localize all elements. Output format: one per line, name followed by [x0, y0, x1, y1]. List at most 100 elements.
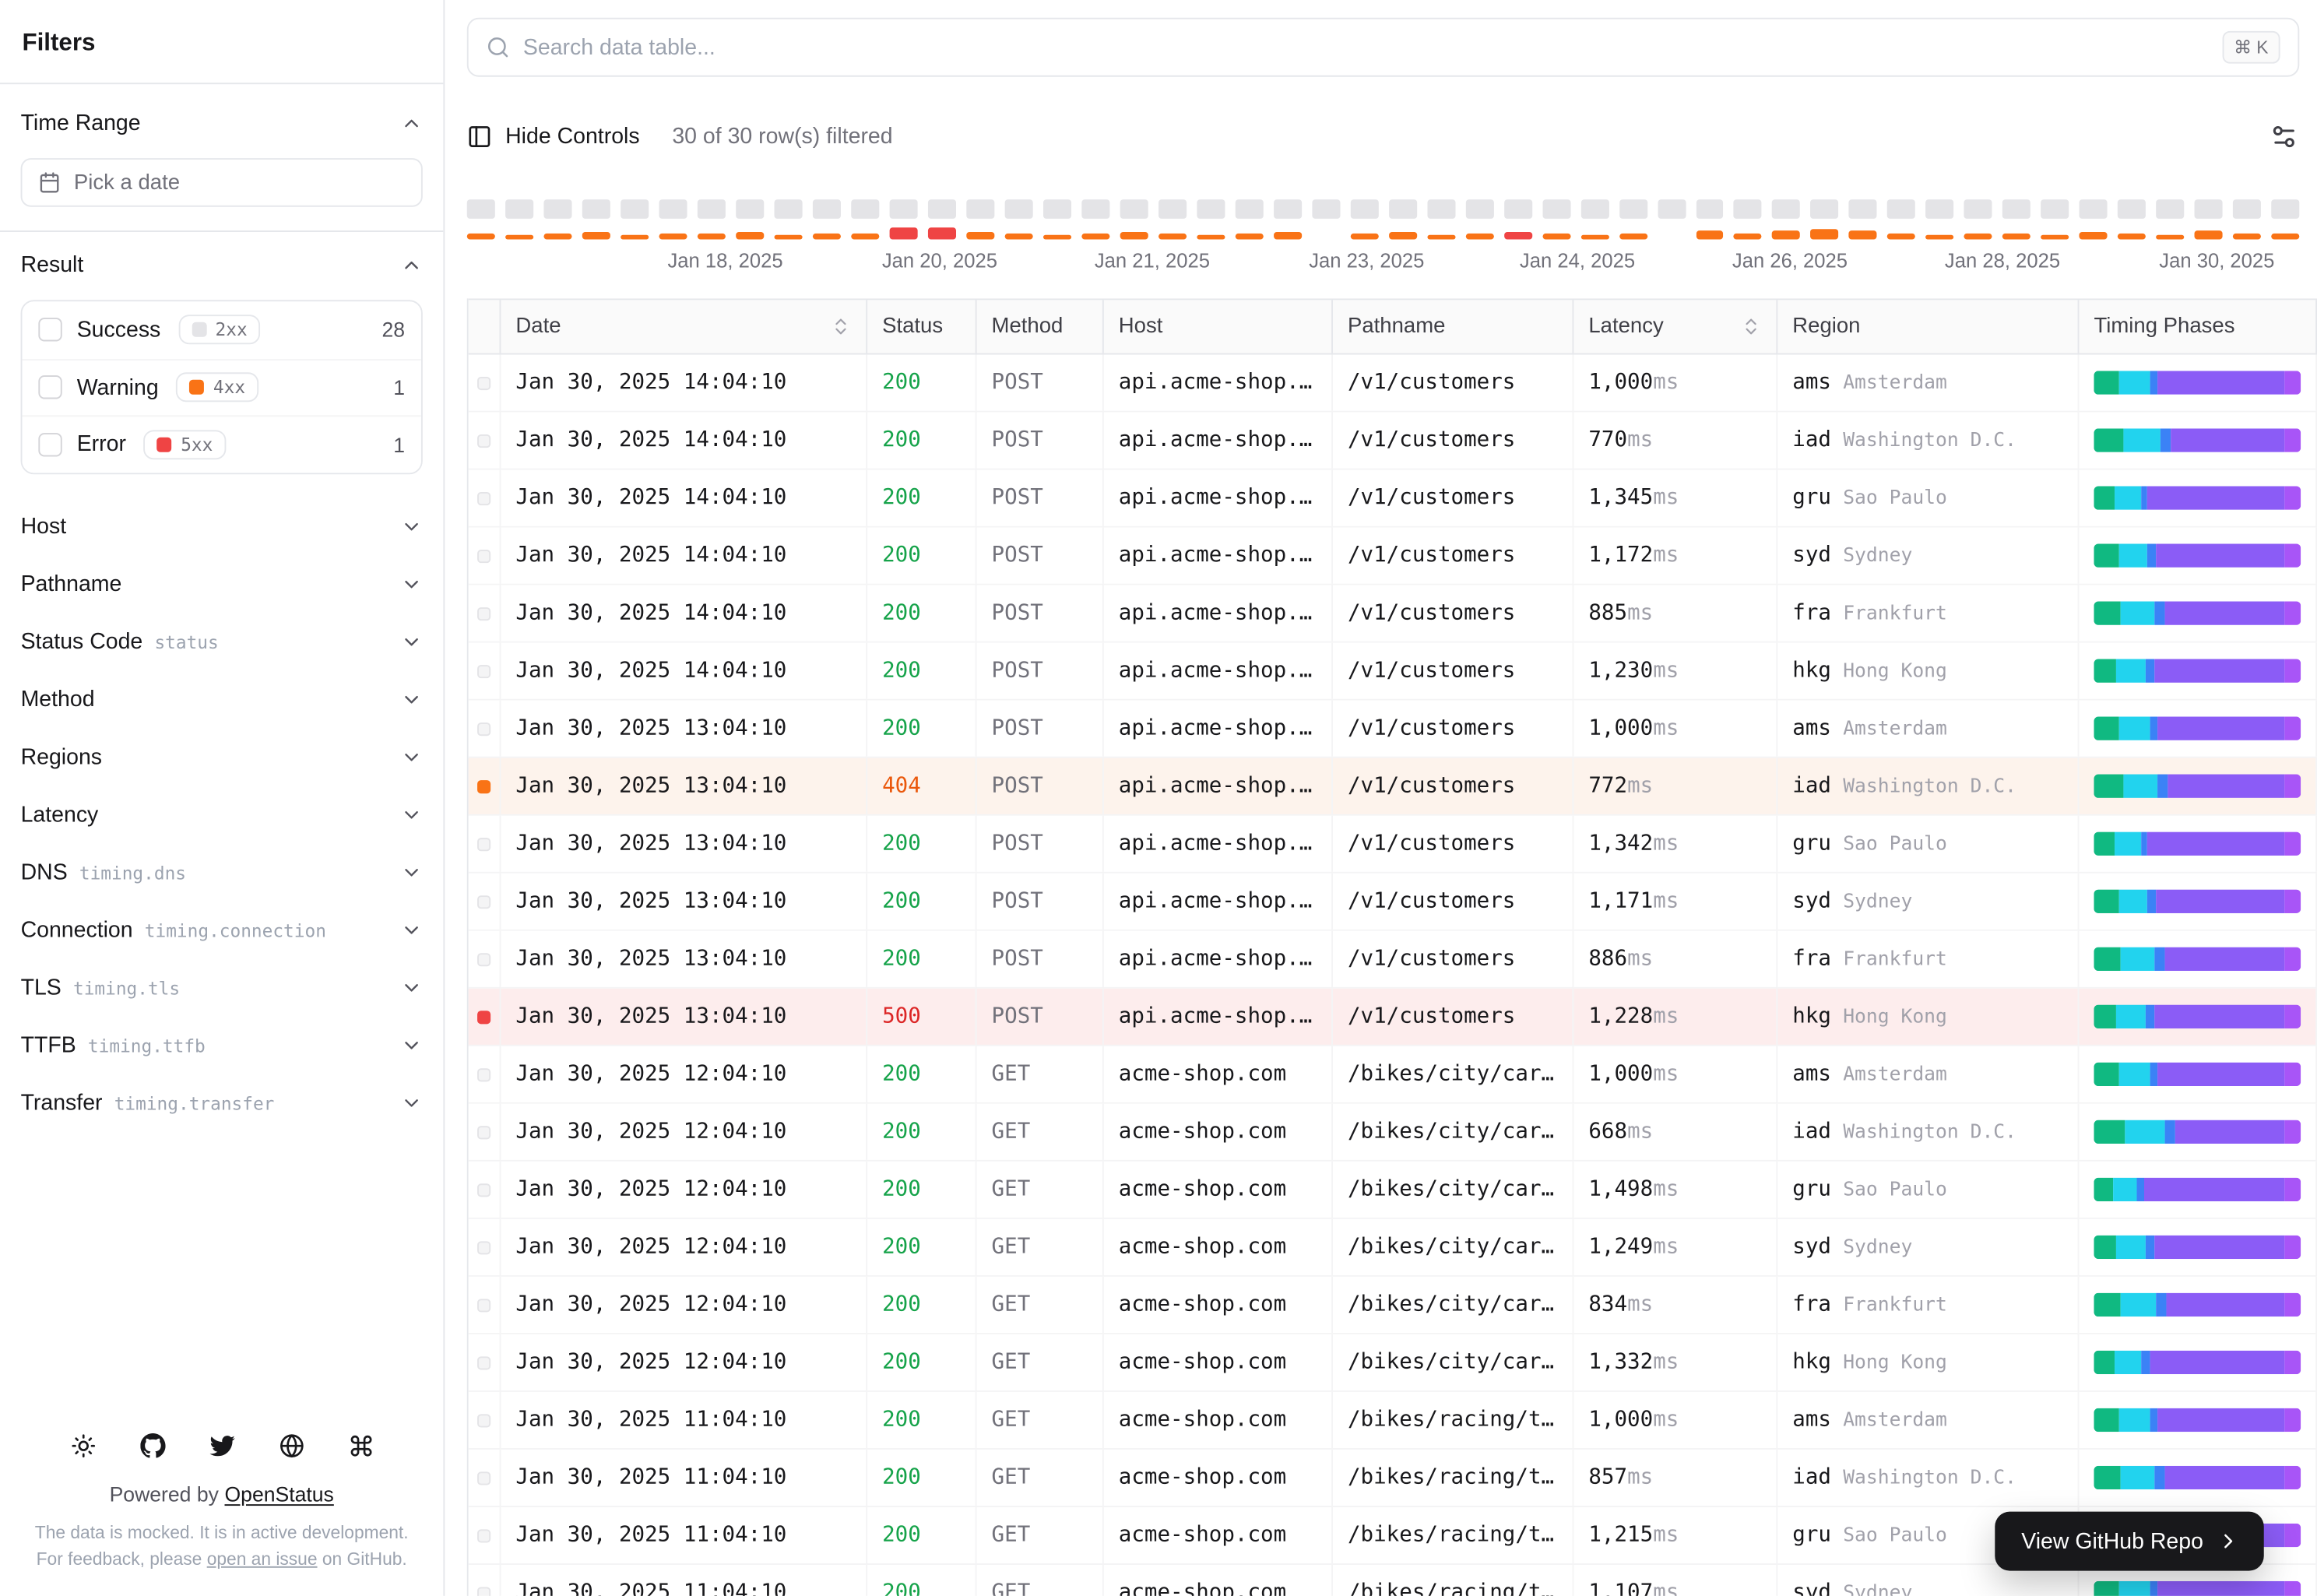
view-github-repo-button[interactable]: View GitHub Repo [1995, 1511, 2264, 1571]
search-input[interactable] [522, 34, 2209, 60]
table-row[interactable]: Jan 30, 2025 11:04:10 200 GET acme-shop.… [468, 1391, 2317, 1450]
table-row[interactable]: Jan 30, 2025 14:04:10 200 POST api.acme-… [468, 585, 2317, 643]
view-options-button[interactable] [2270, 121, 2299, 151]
date-picker-button[interactable]: Pick a date [20, 158, 423, 207]
cell-latency: 1,215 ms [1573, 1506, 1778, 1564]
region-code: gru [1792, 1177, 1832, 1202]
cell-region: fra Frankfurt [1777, 1276, 2080, 1333]
open-issue-link[interactable]: open an issue [207, 1548, 318, 1569]
openstatus-link[interactable]: OpenStatus [224, 1482, 333, 1506]
timeline-bar-accent [2002, 233, 2031, 240]
timeline-bar-accent [1004, 233, 1033, 240]
column-header-latency[interactable]: Latency [1573, 300, 1778, 353]
chevron-up-icon [405, 118, 418, 127]
cell-region: gru Sao Paulo [1777, 1161, 2080, 1218]
cell-pathname: /bikes/racing/t… [1333, 1449, 1574, 1506]
timeline-chart[interactable]: Jan 18, 2025 Jan 20, 2025 Jan 21, 2025 Jan … [466, 199, 2300, 278]
cell-level [469, 1334, 501, 1391]
filter-section-host[interactable]: Host [21, 497, 423, 555]
filter-section-ttfb[interactable]: TTFB timing.ttfb [21, 1016, 423, 1074]
cell-timing [2079, 527, 2317, 584]
github-icon[interactable] [139, 1433, 165, 1458]
level-indicator [477, 1413, 491, 1427]
checkbox-error[interactable] [38, 432, 62, 457]
latency-unit: ms [1627, 601, 1654, 625]
checkbox-success[interactable] [38, 318, 62, 342]
filter-section-regions[interactable]: Regions [21, 728, 423, 786]
column-header-date[interactable]: Date [501, 300, 868, 353]
timeline-bar-success [1887, 199, 1916, 219]
table-row[interactable]: Jan 30, 2025 12:04:10 200 GET acme-shop.… [468, 1161, 2317, 1219]
timing-segment-ttfb [2154, 659, 2284, 683]
table-row[interactable]: Jan 30, 2025 13:04:10 200 POST api.acme-… [468, 873, 2317, 931]
filter-section-transfer[interactable]: Transfer timing.transfer [21, 1074, 423, 1131]
table-row[interactable]: Jan 30, 2025 13:04:10 404 POST api.acme-… [468, 758, 2317, 816]
filter-section-latency[interactable]: Latency [21, 786, 423, 843]
table-row[interactable]: Jan 30, 2025 12:04:10 200 GET acme-shop.… [468, 1218, 2317, 1277]
latency-unit: ms [1653, 1004, 1679, 1029]
filter-section-label: Pathname [20, 571, 122, 596]
filter-section-result[interactable]: Result [21, 232, 423, 297]
cell-host: acme-shop.com [1104, 1046, 1333, 1102]
search-bar[interactable]: ⌘ K [466, 17, 2300, 77]
cell-status: 200 [867, 1449, 977, 1506]
timeline-bar [1580, 199, 1609, 240]
cell-level [469, 642, 501, 699]
timing-phases-bar [2094, 831, 2301, 856]
filter-section-tls[interactable]: TLS timing.tls [21, 958, 423, 1016]
filter-section-status-code[interactable]: Status Code status [21, 613, 423, 670]
timeline-date-label: Jan 21, 2025 [1094, 249, 1211, 272]
timeline-bar-success [2271, 199, 2300, 219]
column-header-status: Status [867, 300, 977, 353]
timeline-bar [2233, 199, 2262, 240]
timeline-bar [1042, 199, 1071, 240]
filter-option-error[interactable]: Error 5xx 1 [22, 415, 421, 473]
timing-phases-bar [2094, 774, 2301, 798]
timing-segment-dns [2094, 1408, 2119, 1433]
region-name: Sydney [1843, 890, 1913, 913]
timing-segment-transfer [2284, 1408, 2301, 1433]
table-row[interactable]: Jan 30, 2025 13:04:10 200 POST api.acme-… [468, 700, 2317, 758]
table-row[interactable]: Jan 30, 2025 13:04:10 500 POST api.acme-… [468, 988, 2317, 1046]
table-row[interactable]: Jan 30, 2025 12:04:10 200 GET acme-shop.… [468, 1103, 2317, 1162]
table-row[interactable]: Jan 30, 2025 12:04:10 200 GET acme-shop.… [468, 1276, 2317, 1334]
filter-section-time-range[interactable]: Time Range [21, 90, 423, 156]
filter-section-dns[interactable]: DNS timing.dns [21, 843, 423, 901]
filter-option-success[interactable]: Success 2xx 28 [22, 301, 421, 359]
column-header-label: Method [991, 315, 1064, 339]
cell-method: POST [977, 527, 1104, 584]
table-row[interactable]: Jan 30, 2025 13:04:10 200 POST api.acme-… [468, 930, 2317, 989]
cell-host: api.acme-shop.… [1104, 354, 1333, 411]
table-row[interactable]: Jan 30, 2025 12:04:10 200 GET acme-shop.… [468, 1046, 2317, 1104]
level-indicator [477, 606, 491, 620]
globe-icon[interactable] [279, 1433, 304, 1458]
table-row[interactable]: Jan 30, 2025 14:04:10 200 POST api.acme-… [468, 527, 2317, 585]
command-icon[interactable] [348, 1433, 373, 1458]
level-indicator [477, 837, 491, 851]
cell-host: api.acme-shop.… [1104, 642, 1333, 699]
table-row[interactable]: Jan 30, 2025 12:04:10 200 GET acme-shop.… [468, 1334, 2317, 1392]
latency-unit: ms [1627, 1120, 1654, 1144]
table-row[interactable]: Jan 30, 2025 14:04:10 200 POST api.acme-… [468, 642, 2317, 701]
table-row[interactable]: Jan 30, 2025 14:04:10 200 POST api.acme-… [468, 412, 2317, 470]
hide-controls-button[interactable]: Hide Controls [467, 123, 640, 149]
filter-option-warning[interactable]: Warning 4xx 1 [22, 358, 421, 416]
table-row[interactable]: Jan 30, 2025 14:04:10 200 POST api.acme-… [468, 354, 2317, 413]
filter-section-pathname[interactable]: Pathname [21, 555, 423, 613]
table-row[interactable]: Jan 30, 2025 13:04:10 200 POST api.acme-… [468, 815, 2317, 874]
filter-section-connection[interactable]: Connection timing.connection [21, 901, 423, 958]
cell-pathname: /bikes/city/car… [1333, 1046, 1574, 1102]
powered-by-text: Powered by [109, 1482, 219, 1506]
checkbox-warning[interactable] [38, 375, 62, 399]
timing-segment-dns [2094, 1177, 2113, 1202]
latency-value: 770 [1588, 428, 1628, 452]
filter-section-method[interactable]: Method [21, 670, 423, 728]
table-row[interactable]: Jan 30, 2025 14:04:10 200 POST api.acme-… [468, 469, 2317, 528]
sun-icon[interactable] [70, 1433, 95, 1458]
region-name: Sao Paulo [1843, 487, 1947, 509]
cell-status: 200 [867, 1506, 977, 1564]
table-row[interactable]: Jan 30, 2025 11:04:10 200 GET acme-shop.… [468, 1449, 2317, 1507]
timeline-bar-success [1542, 199, 1570, 219]
timeline-bar-success [1311, 199, 1340, 219]
twitter-icon[interactable] [209, 1433, 234, 1458]
